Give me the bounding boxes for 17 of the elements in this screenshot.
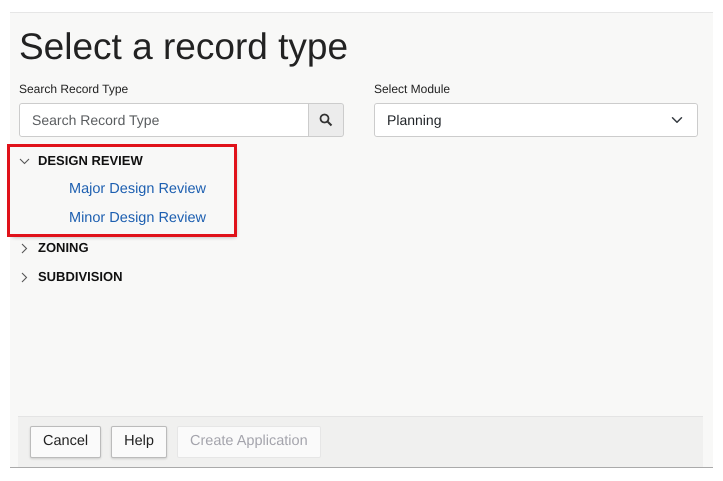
- record-type-link[interactable]: Major Design Review: [69, 179, 206, 202]
- tree-group[interactable]: DESIGN REVIEW: [19, 151, 143, 171]
- footer-button[interactable]: Help: [111, 426, 167, 458]
- tree-group[interactable]: ZONING: [19, 238, 89, 258]
- chevron-down-icon: [19, 156, 30, 167]
- footer-button[interactable]: Cancel: [30, 426, 102, 458]
- page-title: Select a record type: [19, 27, 350, 68]
- tree-group[interactable]: SUBDIVISION: [19, 267, 123, 287]
- search-field[interactable]: Search Record Type: [19, 102, 309, 137]
- module-label: Select Module: [374, 80, 452, 98]
- chevron-right-icon: [19, 272, 30, 283]
- search-label: Search Record Type: [19, 80, 130, 98]
- module-select[interactable]: Planning: [374, 102, 698, 137]
- search-icon: [318, 112, 333, 127]
- search-button[interactable]: [308, 102, 344, 137]
- record-type-link[interactable]: Minor Design Review: [69, 208, 206, 230]
- chevron-right-icon: [19, 242, 30, 254]
